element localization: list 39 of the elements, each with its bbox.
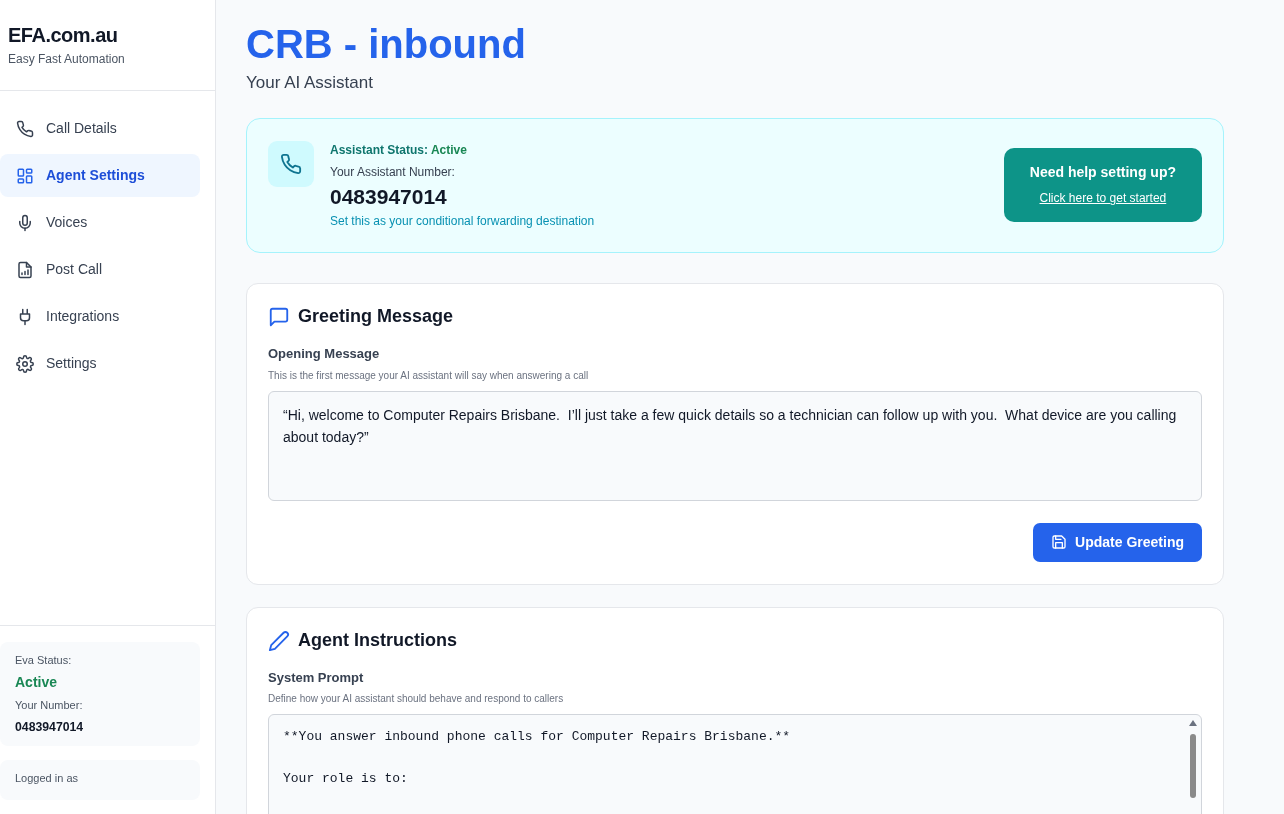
field-label: System Prompt xyxy=(268,668,365,687)
page-title: CRB - inbound xyxy=(246,22,527,66)
prompt-textarea[interactable]: **You answer inbound phone calls for Computer Repairs Brisbane.** Your role is to: xyxy=(268,714,1202,814)
brand-tagline: Easy Fast Automation xyxy=(8,51,126,68)
update-greeting-button[interactable]: Update Greeting xyxy=(1033,522,1202,562)
sidebar-nav-item[interactable]: Voices xyxy=(0,201,200,244)
phone-icon xyxy=(16,119,34,138)
field-hint: Define how your AI assistant should behave and respond to callers xyxy=(268,692,565,706)
assistant-status: Assistant Status: Active xyxy=(330,141,468,159)
sidebar-nav-item[interactable]: Call Details xyxy=(0,107,200,150)
phone-icon xyxy=(280,152,302,175)
page-subtitle: Your AI Assistant xyxy=(246,72,374,94)
sidebar-nav-item[interactable]: Agent Settings xyxy=(0,154,200,197)
scrollbar[interactable] xyxy=(1188,718,1198,798)
pencil-icon xyxy=(268,629,290,652)
forwarding-hint: Set this as your conditional forwarding destination xyxy=(330,213,595,230)
help-title: Need help setting up? xyxy=(1029,163,1176,183)
sidebar-nav-item[interactable]: Integrations xyxy=(0,295,200,338)
grid-icon xyxy=(16,166,34,185)
logged-in-label: Logged in as xyxy=(15,771,79,786)
get-started-link[interactable]: Click here to get started xyxy=(1039,191,1167,206)
microphone-icon xyxy=(16,213,34,232)
assistant-number: 0483947014 xyxy=(330,183,448,210)
status-value: Active xyxy=(15,673,59,693)
sidebar-nav-item[interactable]: Settings xyxy=(0,342,200,385)
greeting-textarea[interactable]: “Hi, welcome to Computer Repairs Brisbane. I’ll just take a few quick details so a technician can follow up with you. What device are you calling about today?” xyxy=(268,390,1202,501)
settings-icon xyxy=(16,354,34,373)
chat-bubble-icon xyxy=(268,306,290,328)
number-label: Your Number: xyxy=(15,698,84,714)
field-hint: This is the first message your AI assistant will say when answering a call xyxy=(268,368,590,383)
sidebar-nav-item[interactable]: Post Call xyxy=(0,248,200,291)
card-title: Agent Instructions xyxy=(298,629,457,652)
status-label: Eva Status: xyxy=(15,652,73,668)
field-label: Opening Message xyxy=(268,345,381,363)
number-label: Your Assistant Number: xyxy=(330,163,456,181)
card-title: Greeting Message xyxy=(298,306,454,328)
phone-number: 0483947014 xyxy=(15,718,85,736)
document-chart-icon xyxy=(16,260,34,279)
brand-name: EFA.com.au xyxy=(8,23,119,48)
